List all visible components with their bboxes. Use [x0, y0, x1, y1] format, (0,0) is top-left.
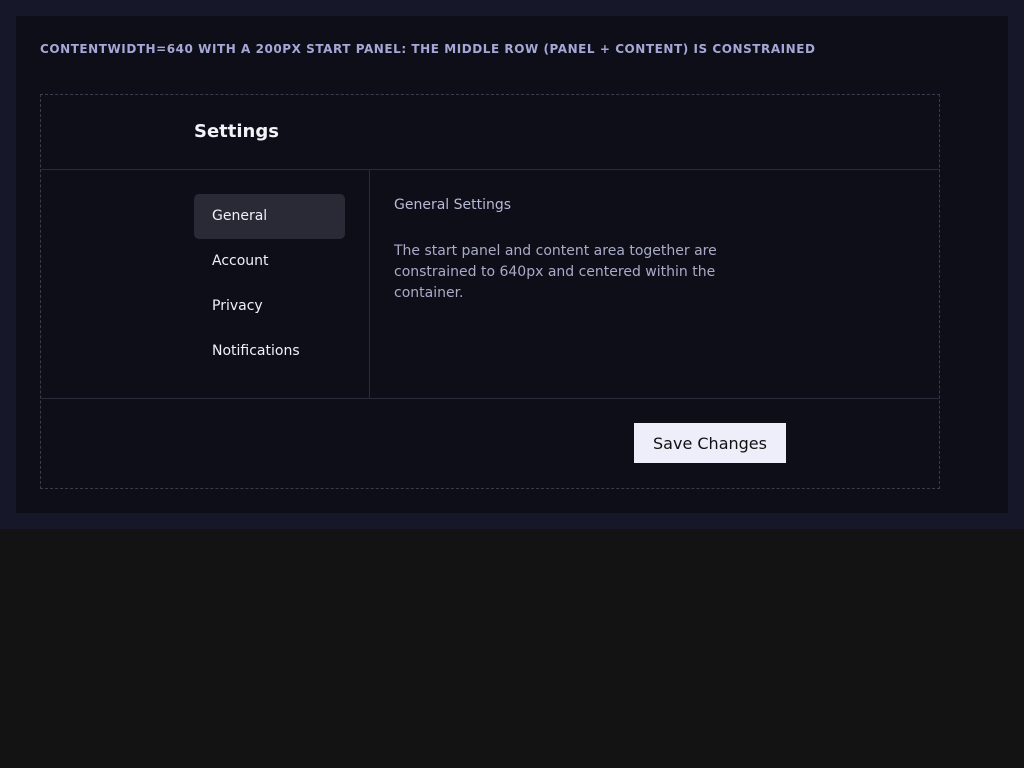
demo-frame: CONTENTWIDTH=640 WITH A 200PX START PANE… — [0, 0, 1024, 529]
content-heading: General Settings — [394, 197, 512, 213]
save-changes-button[interactable]: Save Changes — [634, 423, 786, 463]
page-title: Settings — [194, 121, 279, 142]
settings-footer: Save Changes — [41, 399, 939, 488]
settings-middle-row: General Account Privacy Notifications Ge… — [41, 170, 939, 399]
settings-header: Settings — [41, 95, 939, 170]
sidebar-item-notifications[interactable]: Notifications — [194, 329, 345, 374]
start-panel: General Account Privacy Notifications — [41, 170, 370, 398]
sidebar-item-privacy[interactable]: Privacy — [194, 284, 345, 329]
sidebar-item-account[interactable]: Account — [194, 239, 345, 284]
demo-card: CONTENTWIDTH=640 WITH A 200PX START PANE… — [16, 16, 1008, 513]
content-area: General Settings The start panel and con… — [394, 196, 734, 304]
settings-layout: Settings General Account Privacy Notific… — [40, 94, 940, 489]
sidebar-item-general[interactable]: General — [194, 194, 345, 239]
demo-caption: CONTENTWIDTH=640 WITH A 200PX START PANE… — [40, 42, 816, 56]
content-description: The start panel and content area togethe… — [394, 243, 717, 301]
